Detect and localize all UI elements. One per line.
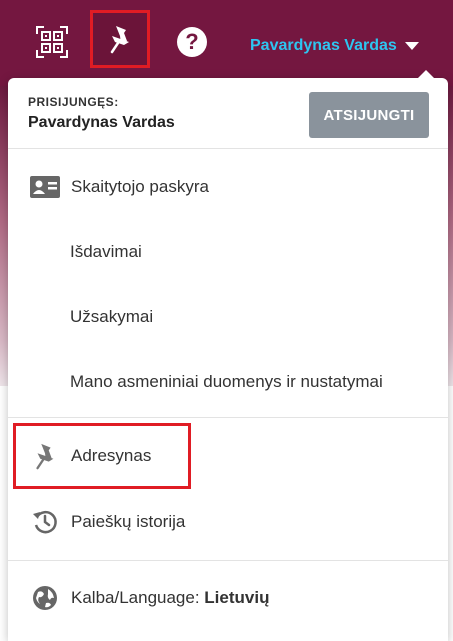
user-name-link[interactable]: Pavardynas Vardas: [250, 37, 397, 55]
pin-icon: [110, 26, 129, 54]
caret-down-icon: [404, 42, 419, 50]
menu-item-personal-settings[interactable]: Mano asmeniniai duomenys ir nustatymai: [8, 356, 448, 408]
qr-code-button[interactable]: [30, 18, 74, 66]
menu-item-language[interactable]: Kalba/Language: Lietuvių: [8, 572, 448, 624]
language-label: Kalba/Language: Lietuvių: [71, 588, 269, 608]
history-icon: [28, 507, 62, 537]
menu-item-label: Skaitytojo paskyra: [71, 177, 209, 196]
pin-icon: [28, 441, 62, 471]
user-dropdown-menu: PRISIJUNGĘS: Pavardynas Vardas ATSIJUNGT…: [8, 70, 448, 641]
menu-item-reservations[interactable]: Užsakymai: [8, 291, 448, 343]
menu-item-bookmarks[interactable]: Adresynas: [8, 430, 448, 482]
menu-item-search-history[interactable]: Paieškų istorija: [8, 496, 448, 548]
qr-code-icon: [36, 26, 68, 58]
globe-icon: [28, 583, 62, 613]
menu-item-loans[interactable]: Išdavimai: [8, 226, 448, 278]
language-value: Lietuvių: [204, 588, 270, 607]
user-menu-toggle[interactable]: Pavardynas Vardas: [250, 34, 419, 58]
divider: [8, 560, 448, 561]
help-icon: ?: [177, 27, 207, 57]
menu-item-label: Adresynas: [71, 446, 152, 465]
menu-item-label: Užsakymai: [70, 307, 154, 326]
divider: [8, 417, 448, 418]
language-prefix: Kalba/Language:: [71, 588, 205, 607]
logout-button[interactable]: ATSIJUNGTI: [309, 92, 429, 138]
bookmarks-pin-button[interactable]: [90, 10, 150, 68]
top-navigation-bar: ? Pavardynas Vardas: [0, 0, 453, 86]
menu-item-label: Išdavimai: [70, 242, 142, 261]
signed-in-user-name: Pavardynas Vardas: [28, 114, 175, 131]
menu-item-label: Mano asmeniniai duomenys ir nustatymai: [70, 372, 383, 391]
help-button[interactable]: ?: [170, 18, 214, 66]
menu-item-label: Paieškų istorija: [71, 512, 186, 531]
divider: [8, 148, 448, 149]
id-card-icon: [28, 172, 62, 202]
signed-in-label: PRISIJUNGĘS:: [28, 95, 119, 109]
menu-item-reader-account[interactable]: Skaitytojo paskyra: [8, 161, 448, 213]
